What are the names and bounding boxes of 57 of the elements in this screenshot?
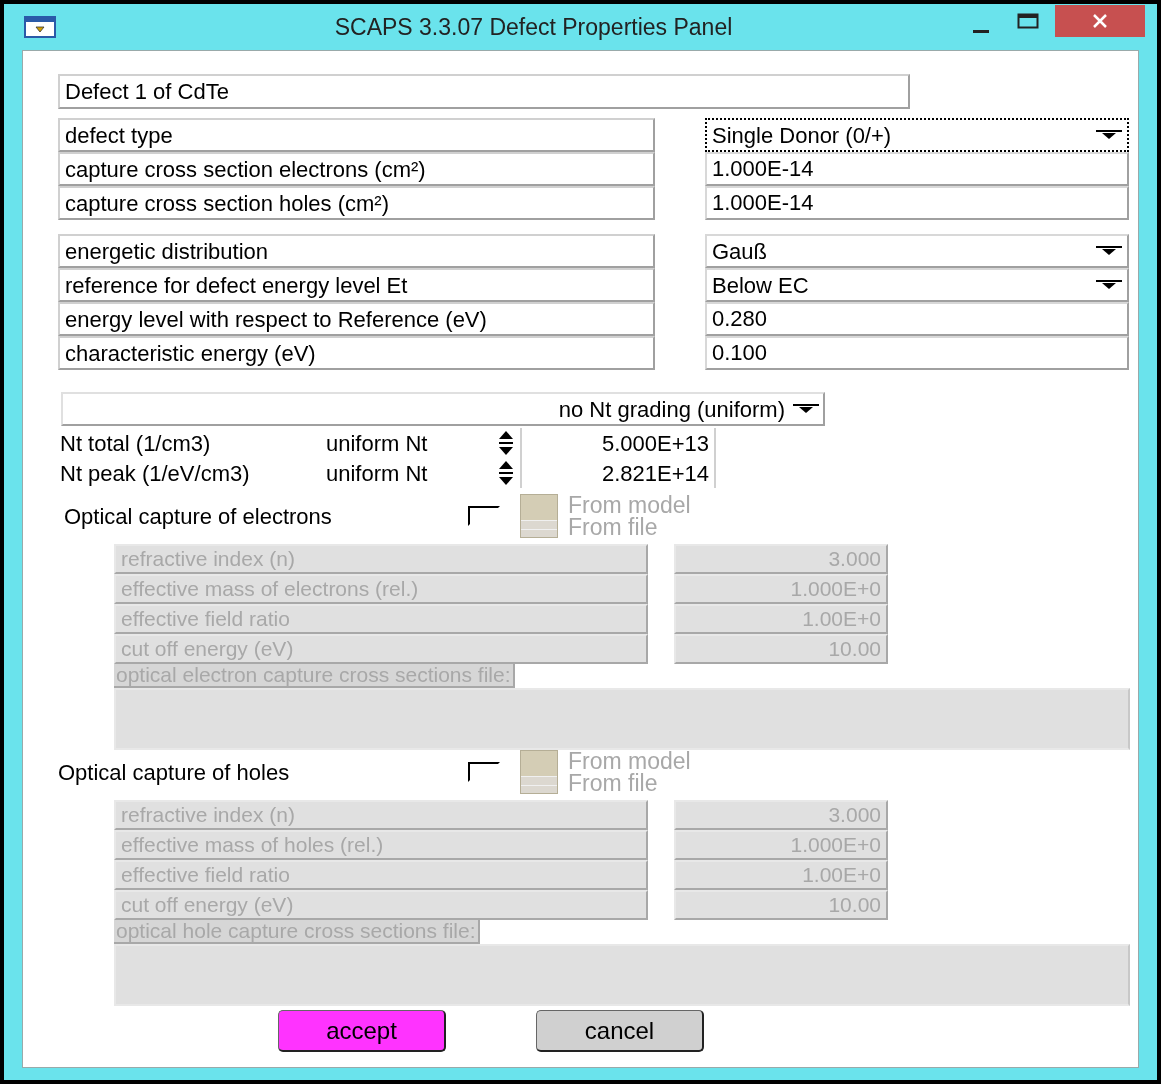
value-field[interactable]: 0.100: [705, 336, 1129, 370]
parameter-value: 1.00E+0: [674, 604, 888, 634]
dropdown-arrow-icon: [793, 404, 819, 414]
accept-button[interactable]: accept: [278, 1010, 446, 1052]
dropdown[interactable]: Single Donor (0/+): [705, 118, 1129, 152]
density-label: Nt peak (1/eV/cm3): [60, 459, 251, 488]
dropdown[interactable]: Below EC: [705, 268, 1129, 302]
parameter-value: 1.000E+0: [674, 830, 888, 860]
value-field[interactable]: 1.000E-14: [705, 152, 1129, 186]
parameter-value: 1.000E+0: [674, 574, 888, 604]
density-field[interactable]: 5.000E+13: [520, 428, 716, 458]
window-title: SCAPS 3.3.07 Defect Properties Panel: [333, 12, 734, 42]
property-label: reference for defect energy level Et: [58, 268, 655, 302]
parameter-value: 10.00: [674, 890, 888, 920]
property-label: energetic distribution: [58, 234, 655, 268]
density-field[interactable]: 2.821E+14: [520, 458, 716, 488]
density-mode: uniform Nt: [326, 459, 429, 488]
property-label: capture cross section holes (cm²): [58, 186, 655, 220]
cancel-button[interactable]: cancel: [536, 1010, 704, 1052]
parameter-label: cut off energy (eV): [114, 890, 648, 920]
parameter-value: 3.000: [674, 800, 888, 830]
spinner-icon[interactable]: [496, 460, 516, 486]
file-field[interactable]: [114, 944, 1130, 1006]
parameter-label: cut off energy (eV): [114, 634, 648, 664]
value-field[interactable]: 0.280: [705, 302, 1129, 336]
defect-name-field[interactable]: Defect 1 of CdTe: [58, 74, 910, 109]
close-button[interactable]: [1055, 5, 1145, 37]
section-title: Optical capture of electrons: [64, 502, 333, 531]
parameter-label: effective mass of holes (rel.): [114, 830, 648, 860]
property-label: characteristic energy (eV): [58, 336, 655, 370]
parameter-label: effective field ratio: [114, 604, 648, 634]
parameter-label: refractive index (n): [114, 544, 648, 574]
parameter-value: 1.00E+0: [674, 860, 888, 890]
grading-dropdown[interactable]: no Nt grading (uniform): [61, 392, 825, 426]
density-label: Nt total (1/cm3): [60, 429, 212, 458]
spinner-icon[interactable]: [496, 430, 516, 456]
value-field[interactable]: 1.000E-14: [705, 186, 1129, 220]
parameter-value: 3.000: [674, 544, 888, 574]
dropdown-arrow-icon: [1096, 130, 1122, 140]
property-label: defect type: [58, 118, 655, 152]
section-title: Optical capture of holes: [58, 758, 291, 787]
parameter-label: effective field ratio: [114, 860, 648, 890]
source-toggle[interactable]: [520, 494, 558, 538]
parameter-label: effective mass of electrons (rel.): [114, 574, 648, 604]
window-icon[interactable]: [24, 16, 56, 38]
property-label: energy level with respect to Reference (eV): [58, 302, 655, 336]
parameter-label: refractive index (n): [114, 800, 648, 830]
dropdown-arrow-icon: [1096, 280, 1122, 290]
source-toggle[interactable]: [520, 750, 558, 794]
dropdown-arrow-icon: [1096, 246, 1122, 256]
parameter-value: 10.00: [674, 634, 888, 664]
close-icon[interactable]: [1092, 14, 1108, 28]
file-field[interactable]: [114, 688, 1130, 750]
property-label: capture cross section electrons (cm²): [58, 152, 655, 186]
dropdown[interactable]: Gauß: [705, 234, 1129, 268]
density-mode: uniform Nt: [326, 429, 429, 458]
maximize-icon[interactable]: [1017, 13, 1039, 31]
